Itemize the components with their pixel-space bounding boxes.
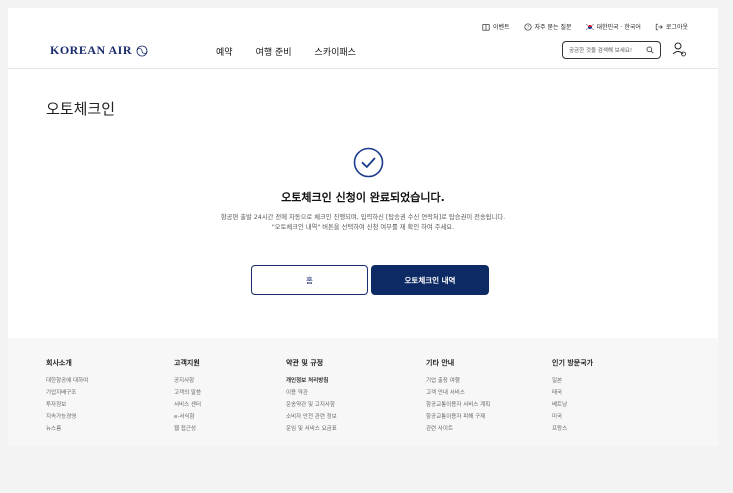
footer-link[interactable]: 소비자 안전 관련 정보 (286, 411, 426, 423)
footer-link[interactable]: 기업지배구조 (46, 387, 174, 399)
main-nav: 예약 여행 준비 스카이패스 (216, 45, 356, 58)
footer-link[interactable]: 베트남 (552, 399, 678, 411)
utility-bar: 이벤트 ? 자주 묻는 질문 대한민국 · 한국어 로그아웃 (482, 22, 688, 31)
footer-link[interactable]: 운송약관 및 고지사항 (286, 399, 426, 411)
footer-column-title: 인기 방문국가 (552, 359, 594, 367)
footer-column-etc: 기타 안내 기업 출장 여행 고객 안내 서비스 항공교통이용자 서비스 계획 … (426, 358, 552, 435)
description-line-1: 항공편 출발 24시간 전에 자동으로 체크인 진행되며, 입력하신 [탑승권 … (220, 214, 506, 221)
footer-link[interactable]: 대한항공에 대하여 (46, 375, 174, 387)
utility-faq-label: 자주 묻는 질문 (534, 24, 572, 31)
footer-column-title: 기타 안내 (426, 359, 455, 367)
footer-link[interactable]: 태국 (552, 387, 678, 399)
utility-language-link[interactable]: 대한민국 · 한국어 (585, 22, 641, 31)
autocheckin-history-button[interactable]: 오토체크인 내역 (371, 265, 489, 295)
utility-event-label: 이벤트 (493, 24, 510, 31)
utility-logout-label: 로그아웃 (665, 24, 688, 31)
footer-column-popular-countries: 인기 방문국가 일본 태국 베트남 미국 프랑스 (552, 358, 678, 435)
footer-columns: 회사소개 대한항공에 대하여 기업지배구조 투자정보 지속가능경영 뉴스룸 고객… (46, 358, 678, 435)
footer-link[interactable]: 투자정보 (46, 399, 174, 411)
page-frame: 이벤트 ? 자주 묻는 질문 대한민국 · 한국어 로그아웃 KOREAN AI… (8, 8, 718, 348)
footer-link[interactable]: 기업 출장 여행 (426, 375, 552, 387)
search-placeholder: 궁금한 것을 검색해 보세요! (569, 48, 633, 54)
footer-link[interactable]: 고객의 말씀 (174, 387, 286, 399)
utility-language-label: 대한민국 · 한국어 (596, 24, 641, 31)
korea-flag-icon (585, 23, 594, 30)
description-line-2: "오토체크인 내역" 버튼을 선택하여 신청 여부를 재 확인 하여 주세요. (271, 224, 455, 231)
footer-link[interactable]: e-서식함 (174, 411, 286, 423)
page-title: 오토체크인 (46, 100, 116, 118)
footer-column-title: 고객지원 (174, 359, 200, 367)
search-icon[interactable] (646, 46, 654, 54)
success-message: 오토체크인 신청이 완료되었습니다. (281, 191, 445, 204)
nav-skypass[interactable]: 스카이패스 (315, 45, 356, 58)
logo-text: KOREAN AIR (50, 43, 133, 57)
footer-link[interactable]: 웹 접근성 (174, 423, 286, 435)
footer-link[interactable]: 이용 약관 (286, 387, 426, 399)
taeguk-emblem-icon (136, 45, 148, 56)
footer-link[interactable]: 고객 안내 서비스 (426, 387, 552, 399)
svg-text:?: ? (527, 24, 529, 29)
footer-link[interactable]: 관련 사이트 (426, 423, 552, 435)
search-input[interactable]: 궁금한 것을 검색해 보세요! (562, 41, 661, 59)
footer-link[interactable]: 서비스 센터 (174, 399, 286, 411)
footer-link[interactable]: 운임 및 서비스 요금표 (286, 423, 426, 435)
calendar-gift-icon (482, 23, 490, 31)
check-circle-icon (353, 147, 384, 178)
nav-travel-prep[interactable]: 여행 준비 (256, 45, 292, 58)
header-divider (8, 68, 718, 69)
footer-link[interactable]: 일본 (552, 375, 678, 387)
utility-faq-link[interactable]: ? 자주 묻는 질문 (524, 22, 572, 31)
home-button[interactable]: 홈 (251, 265, 368, 295)
footer-link[interactable]: 지속가능경영 (46, 411, 174, 423)
footer-column-title: 회사소개 (46, 359, 72, 367)
footer-link[interactable]: 항공교통이용자 피해 구제 (426, 411, 552, 423)
question-circle-icon: ? (524, 22, 532, 31)
user-account-icon[interactable] (672, 41, 686, 57)
logout-icon (655, 23, 663, 30)
footer-column-support: 고객지원 공지사항 고객의 말씀 서비스 센터 e-서식함 웹 접근성 (174, 358, 286, 435)
footer-link-privacy-policy[interactable]: 개인정보 처리방침 (286, 375, 426, 387)
footer-link[interactable]: 뉴스룸 (46, 423, 174, 435)
utility-logout-link[interactable]: 로그아웃 (655, 22, 688, 31)
footer-link[interactable]: 공지사항 (174, 375, 286, 387)
footer-column-terms: 약관 및 규정 개인정보 처리방침 이용 약관 운송약관 및 고지사항 소비자 … (286, 358, 426, 435)
footer-link[interactable]: 항공교통이용자 서비스 계획 (426, 399, 552, 411)
footer-column-title: 약관 및 규정 (286, 359, 324, 367)
footer-link[interactable]: 미국 (552, 411, 678, 423)
utility-event-link[interactable]: 이벤트 (482, 22, 510, 31)
footer-link[interactable]: 프랑스 (552, 423, 678, 435)
nav-reservation[interactable]: 예약 (216, 45, 233, 58)
description: 항공편 출발 24시간 전에 자동으로 체크인 진행되며, 입력하신 [탑승권 … (8, 213, 718, 233)
footer-column-company: 회사소개 대한항공에 대하여 기업지배구조 투자정보 지속가능경영 뉴스룸 (46, 358, 174, 435)
korean-air-logo[interactable]: KOREAN AIR (50, 43, 148, 58)
